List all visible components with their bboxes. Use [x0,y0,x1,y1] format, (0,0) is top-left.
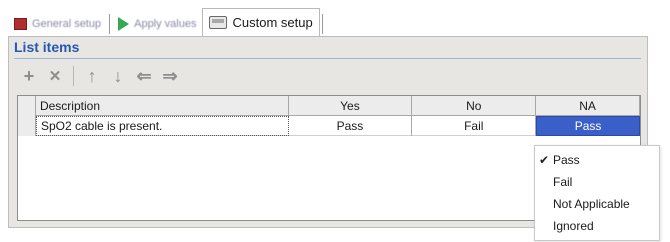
header-row-indicator [18,96,36,116]
tab-general-setup[interactable]: General setup [8,12,107,36]
checkmark-icon: ✔ [538,153,550,167]
move-right-icon[interactable]: ⇒ [158,64,182,88]
table-row[interactable]: SpO2 cable is present. Pass Fail Pass [18,116,640,136]
move-up-icon[interactable]: ↑ [80,64,104,88]
record-icon [14,18,27,30]
description-cell[interactable]: SpO2 cable is present. [35,116,289,136]
move-left-icon[interactable]: ⇐ [132,64,156,88]
tab-label: Custom setup [232,15,313,30]
dropdown-option-fail[interactable]: Fail [535,171,659,193]
yes-cell[interactable]: Pass [289,116,413,136]
column-header-description[interactable]: Description [36,96,289,116]
move-down-icon[interactable]: ↓ [106,64,130,88]
tab-separator [109,14,111,34]
column-header-yes[interactable]: Yes [289,96,413,116]
dropdown-option-pass[interactable]: ✔ Pass [535,149,659,171]
dropdown-option-ignored[interactable]: Ignored [535,215,659,237]
tab-label: General setup [32,18,102,30]
column-header-no[interactable]: No [412,96,537,116]
dropdown-option-not-applicable[interactable]: Not Applicable [535,193,659,215]
column-header-na[interactable]: NA [536,96,640,116]
panel-title: List items [14,39,80,55]
option-label: Not Applicable [553,197,630,211]
add-icon[interactable]: + [17,64,41,88]
option-label: Fail [553,175,573,189]
monitor-icon [209,16,228,29]
na-dropdown-list: ✔ Pass Fail Not Applicable Ignored [534,145,660,241]
grid-header: Description Yes No NA [18,96,640,116]
tab-apply-values[interactable]: Apply values [112,12,202,36]
title-underline [14,58,641,59]
list-toolbar: + ✕ ↑ ↓ ⇐ ⇒ [17,63,182,89]
remove-icon[interactable]: ✕ [43,64,67,88]
toolbar-separator [73,66,74,86]
na-cell-combo[interactable]: Pass [536,116,640,136]
option-label: Ignored [553,219,594,233]
tab-label: Apply values [134,18,197,30]
tab-strip: General setup Apply values Custom setup [8,6,325,36]
option-label: Pass [553,153,580,167]
play-icon [118,17,130,31]
row-indicator[interactable] [18,116,36,136]
no-cell[interactable]: Fail [412,116,537,136]
tab-separator [321,14,323,34]
tab-custom-setup[interactable]: Custom setup [202,8,320,36]
